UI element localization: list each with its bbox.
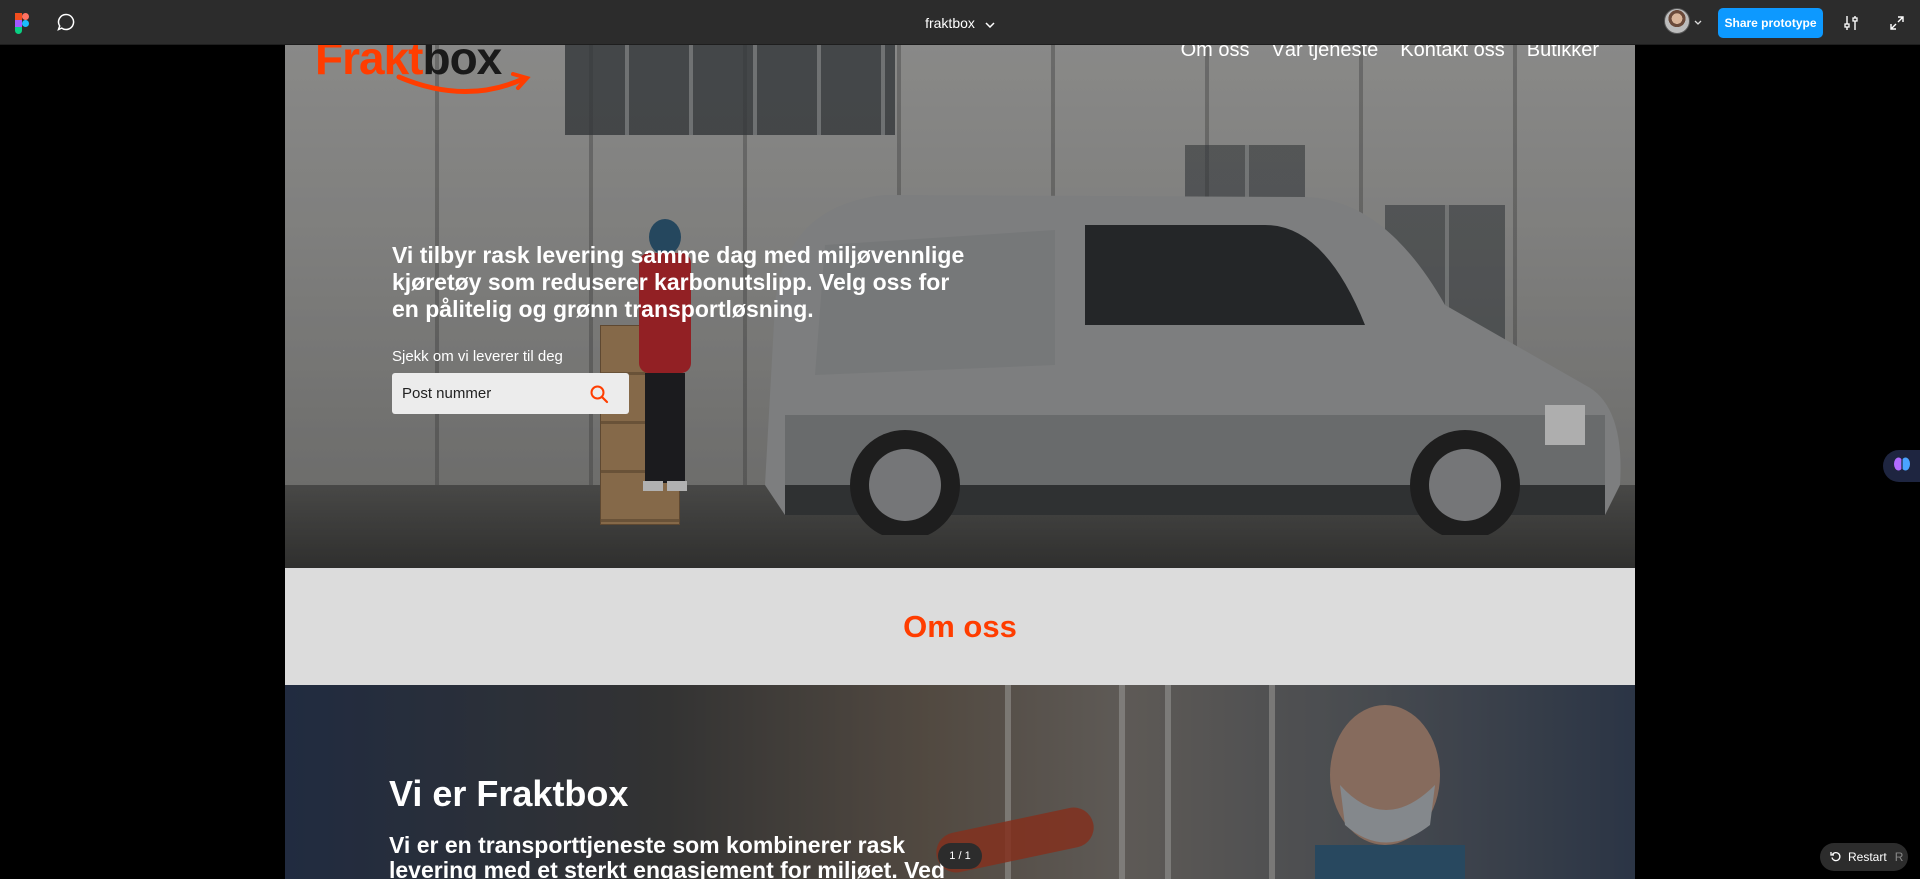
nav-item-butikker[interactable]: Butikker [1527,45,1599,62]
nav-item-var-tjeneste[interactable]: Vår tjeneste [1272,45,1379,62]
brain-icon [1893,456,1911,477]
about-heading: Om oss [903,608,1017,644]
hero-text: Vi tilbyr rask levering samme dag med mi… [392,242,965,322]
plugin-side-tab[interactable] [1883,450,1920,482]
chevron-down-icon [985,15,995,31]
prototype-toolbar: fraktbox Share prototype [0,0,1920,45]
fraktbox-logo[interactable]: Fraktbox [315,45,545,94]
main-nav: Om oss Vår tjeneste Kontakt oss Butikker [1181,45,1599,62]
nav-item-kontakt-oss[interactable]: Kontakt oss [1400,45,1505,62]
about-heading-section: Om oss [285,568,1635,685]
chevron-down-icon [1694,12,1702,30]
logo-swoosh-icon [396,72,531,94]
postcode-search-box [392,373,629,414]
user-menu[interactable] [1664,8,1702,34]
comment-icon[interactable] [56,12,76,32]
file-title-dropdown[interactable]: fraktbox [925,15,995,31]
hero-section: Fraktbox Om oss Vår tjeneste Kontakt oss… [285,45,1635,568]
postcode-check-label: Sjekk om vi leverer til deg [392,348,563,365]
restart-icon [1830,850,1842,865]
about-title: Vi er Fraktbox [389,773,629,814]
avatar [1664,8,1690,34]
nav-item-om-oss[interactable]: Om oss [1181,45,1250,62]
prototype-frame: Fraktbox Om oss Vår tjeneste Kontakt oss… [285,45,1635,879]
expand-icon[interactable] [1886,12,1908,34]
restart-label: Restart [1848,850,1887,864]
share-prototype-button[interactable]: Share prototype [1718,8,1823,38]
page-counter: 1 / 1 [938,843,982,869]
settings-sliders-icon[interactable] [1840,12,1862,34]
file-title: fraktbox [925,14,975,31]
about-text: Vi er en transporttjeneste som kombinere… [389,832,946,879]
postcode-input[interactable] [402,385,582,402]
figma-logo-icon[interactable] [14,12,30,34]
search-icon[interactable] [589,384,609,404]
restart-shortcut-key: R [1894,850,1904,864]
restart-button[interactable]: Restart R [1820,843,1908,871]
